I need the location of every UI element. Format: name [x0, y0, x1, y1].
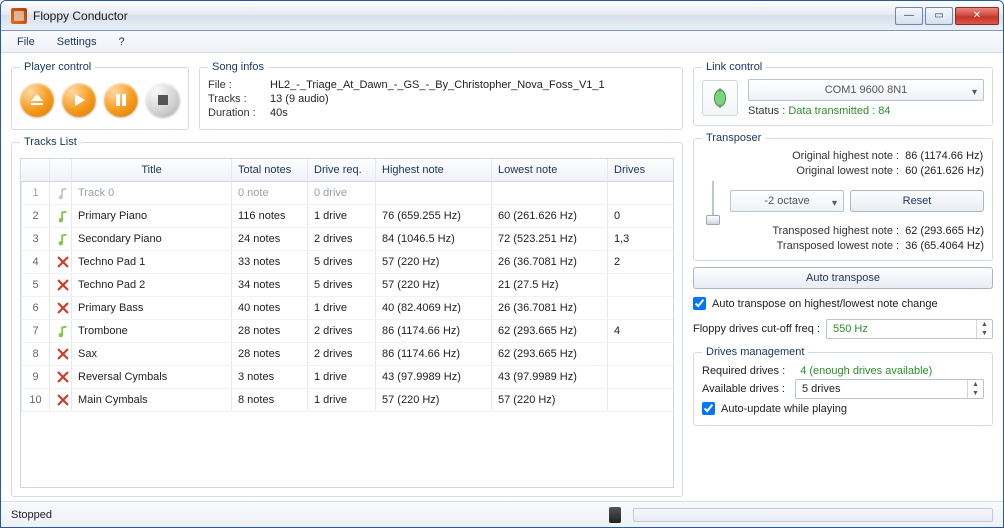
reset-button[interactable]: Reset	[850, 190, 984, 212]
minimize-button[interactable]: —	[895, 7, 923, 25]
table-row[interactable]: 10Main Cymbals8 notes1 drive57 (220 Hz)5…	[22, 389, 674, 412]
transposer-group: Transposer Original highest note :86 (11…	[693, 132, 993, 261]
menu-settings[interactable]: Settings	[47, 31, 107, 52]
th-low[interactable]: Lowest note	[492, 159, 608, 182]
titlebar: Floppy Conductor — ▭ ✕	[1, 1, 1003, 31]
menubar: File Settings ?	[1, 31, 1003, 53]
th-req[interactable]: Drive req.	[308, 159, 376, 182]
table-row[interactable]: 1Track 00 note0 drive	[22, 182, 674, 205]
link-connect-button[interactable]	[702, 80, 738, 116]
note-disabled-icon	[56, 255, 70, 269]
menu-help[interactable]: ?	[108, 31, 134, 52]
play-button[interactable]	[62, 83, 96, 117]
note-active-icon	[56, 324, 70, 338]
table-row[interactable]: 6Primary Bass40 notes1 drive40 (82.4069 …	[22, 297, 674, 320]
maximize-button[interactable]: ▭	[925, 7, 953, 25]
menu-file[interactable]: File	[7, 31, 45, 52]
octave-select[interactable]: -2 octave	[730, 190, 844, 212]
drives-group: Drives management Required drives : 4 (e…	[693, 346, 993, 426]
link-control-group: Link control COM1 9600 8N1 Status : Data…	[693, 61, 993, 126]
note-disabled-icon	[56, 278, 70, 292]
com-port-select[interactable]: COM1 9600 8N1	[748, 79, 984, 101]
table-row[interactable]: 4Techno Pad 133 notes5 drives57 (220 Hz)…	[22, 251, 674, 274]
note-disabled-icon	[56, 393, 70, 407]
link-status: Status : Data transmitted : 84	[748, 105, 984, 117]
table-row[interactable]: 7Trombone28 notes2 drives86 (1174.66 Hz)…	[22, 320, 674, 343]
table-row[interactable]: 9Reversal Cymbals3 notes1 drive43 (97.99…	[22, 366, 674, 389]
note-disabled-icon	[56, 301, 70, 315]
song-file-label: File :	[208, 79, 270, 91]
song-duration-label: Duration :	[208, 107, 270, 119]
song-tracks-label: Tracks :	[208, 93, 270, 105]
th-total[interactable]: Total notes	[232, 159, 308, 182]
note-muted-icon	[56, 186, 70, 200]
transpose-slider[interactable]	[702, 181, 724, 221]
cutoff-spinner[interactable]: 550 Hz ▲▼	[826, 319, 993, 339]
eject-button[interactable]	[20, 83, 54, 117]
th-high[interactable]: Highest note	[376, 159, 492, 182]
drives-legend: Drives management	[702, 346, 808, 358]
table-row[interactable]: 8Sax28 notes2 drives86 (1174.66 Hz)62 (2…	[22, 343, 674, 366]
app-icon	[11, 8, 27, 24]
song-tracks-value: 13 (9 audio)	[270, 93, 674, 105]
table-row[interactable]: 5Techno Pad 234 notes5 drives57 (220 Hz)…	[22, 274, 674, 297]
stop-button[interactable]	[146, 83, 180, 117]
pause-button[interactable]	[104, 83, 138, 117]
note-active-icon	[56, 232, 70, 246]
song-file-value: HL2_-_Triage_At_Dawn_-_GS_-_By_Christoph…	[270, 79, 674, 91]
transposer-legend: Transposer	[702, 132, 765, 144]
tracks-list-legend: Tracks List	[20, 136, 81, 148]
window-title: Floppy Conductor	[33, 9, 895, 23]
available-drives-spinner[interactable]: 5 drives ▲▼	[795, 379, 984, 399]
tracks-table[interactable]: Title Total notes Drive req. Highest not…	[21, 159, 673, 412]
auto-update-checkbox[interactable]: Auto-update while playing	[702, 400, 984, 417]
close-button[interactable]: ✕	[955, 7, 999, 25]
th-drives[interactable]: Drives	[608, 159, 674, 182]
progress-track[interactable]	[633, 508, 993, 522]
plug-icon	[709, 87, 731, 109]
auto-transpose-button[interactable]: Auto transpose	[693, 267, 993, 289]
note-disabled-icon	[56, 347, 70, 361]
note-active-icon	[56, 209, 70, 223]
note-disabled-icon	[56, 370, 70, 384]
song-infos-group: Song infos File : HL2_-_Triage_At_Dawn_-…	[199, 61, 683, 130]
player-control-group: Player control	[11, 61, 189, 130]
playback-status: Stopped	[11, 509, 52, 521]
cutoff-label: Floppy drives cut-off freq :	[693, 323, 820, 335]
player-control-legend: Player control	[20, 61, 95, 73]
statusbar: Stopped	[1, 501, 1003, 527]
progress-handle[interactable]	[609, 507, 621, 523]
table-row[interactable]: 2Primary Piano116 notes1 drive76 (659.25…	[22, 205, 674, 228]
link-control-legend: Link control	[702, 61, 766, 73]
tracks-list-group: Tracks List Title Total notes Drive req.…	[11, 136, 683, 497]
th-title[interactable]: Title	[72, 159, 232, 182]
auto-transpose-checkbox[interactable]: Auto transpose on highest/lowest note ch…	[693, 295, 993, 312]
song-duration-value: 40s	[270, 107, 674, 119]
table-row[interactable]: 3Secondary Piano24 notes2 drives84 (1046…	[22, 228, 674, 251]
song-infos-legend: Song infos	[208, 61, 268, 73]
